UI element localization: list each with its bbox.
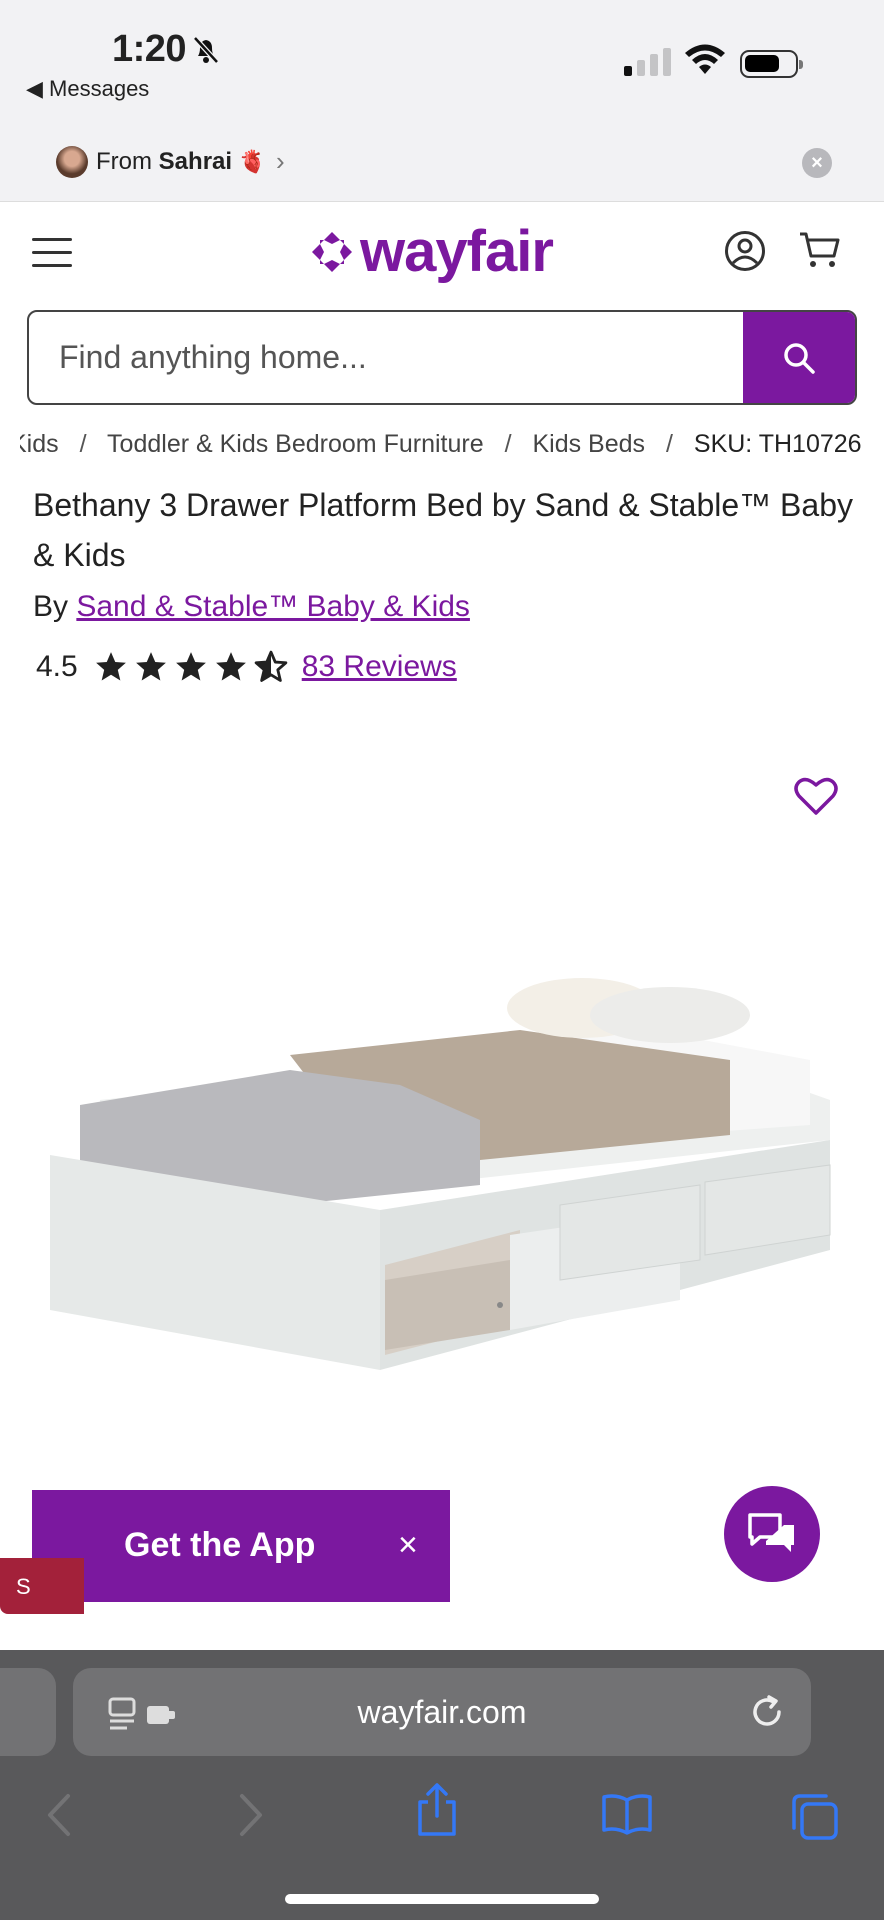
silent-bell-icon [193,36,219,64]
product-sku: SKU: TH10726 [693,430,862,458]
home-indicator[interactable] [285,1894,599,1904]
product-title: Bethany 3 Drawer Platform Bed by Sand & … [33,487,853,573]
sale-tab[interactable]: S [0,1558,84,1614]
shared-with-you-banner[interactable]: From Sahrai 🫀 › [0,110,884,202]
brand-link[interactable]: Sand & Stable™ Baby & Kids [76,590,470,623]
close-get-app-button[interactable]: × [398,1526,418,1565]
address-bar[interactable]: wayfair.com [73,1668,811,1756]
product-rating: 4.5 83 Reviews [36,650,457,684]
shared-from-label: From Sahrai 🫀 [96,148,267,175]
search-bar [27,310,857,405]
url-text: wayfair.com [357,1694,527,1730]
wayfair-logo[interactable]: wayfair [310,218,554,285]
previous-tab-preview[interactable] [0,1668,56,1756]
reload-icon[interactable] [749,1694,785,1730]
favorite-heart-icon[interactable] [794,776,838,816]
product-brand-line: By Sand & Stable™ Baby & Kids [33,590,470,623]
chat-bubbles-icon [748,1513,794,1552]
star-icon [135,652,166,681]
clock-time: 1:20 [112,28,187,70]
cart-icon[interactable] [798,228,842,272]
reviews-link[interactable]: 83 Reviews [302,650,457,684]
get-the-app-label: Get the App [124,1526,316,1564]
heart-emoji: 🫀 [238,149,267,174]
cellular-signal-icon [624,48,671,76]
back-arrow-icon[interactable] [44,1792,74,1838]
breadcrumb-item[interactable]: Toddler & Kids Bedroom Furniture [107,430,484,458]
star-icon [175,652,206,681]
account-icon[interactable] [724,230,766,272]
star-icon [215,652,246,681]
search-button[interactable] [743,312,855,403]
wayfair-pinwheel-icon [312,231,352,272]
breadcrumb: Kids / Toddler & Kids Bedroom Furniture … [20,430,884,459]
chevron-right-icon: › [276,146,285,176]
status-bar: 1:20 ◀ Messages [0,0,884,110]
breadcrumb-item[interactable]: Kids Beds [532,430,645,458]
bookmarks-book-icon[interactable] [600,1792,654,1836]
browser-nav-toolbar [0,1780,884,1860]
chat-button[interactable] [724,1486,820,1582]
rating-value: 4.5 [36,650,78,683]
wifi-icon [685,44,725,74]
search-input[interactable] [29,312,745,403]
share-icon[interactable] [414,1782,460,1838]
get-the-app-banner[interactable]: Get the App × [32,1490,450,1602]
logo-wordmark: wayfair [360,219,554,284]
close-banner-button[interactable]: × [802,148,832,178]
site-header: wayfair [0,202,884,302]
product-image[interactable] [40,960,840,1380]
rating-stars [94,650,288,684]
browser-toolbar: wayfair.com [0,1650,884,1920]
tabs-overview-icon[interactable] [790,1792,840,1842]
avatar [56,146,88,178]
breadcrumb-item[interactable]: Kids [20,430,59,458]
star-icon [95,652,126,681]
forward-arrow-icon[interactable] [236,1792,266,1838]
half-star-icon [254,650,288,682]
search-icon [784,342,815,374]
battery-icon [740,50,803,78]
hamburger-menu-icon[interactable] [32,238,72,277]
back-to-messages-link[interactable]: ◀ Messages [26,76,149,102]
